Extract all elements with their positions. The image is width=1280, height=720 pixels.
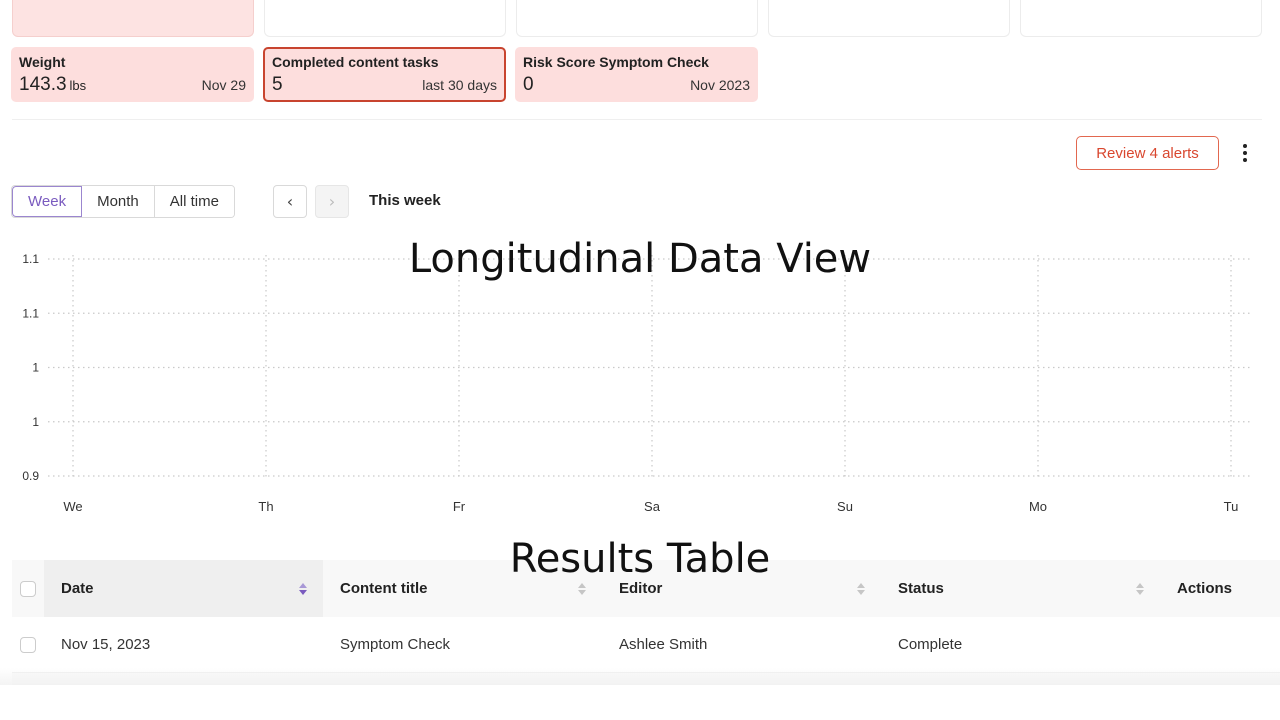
previous-period-button[interactable]: ‹ [273, 185, 307, 218]
x-tick-label: We [63, 499, 82, 514]
longitudinal-chart: 1.1 1.1 1 1 0.9 We Th Fr Sa Su Mo Tu [22, 252, 1250, 514]
stat-card-title: Completed content tasks [272, 54, 439, 70]
x-tick-label: Mo [1029, 499, 1047, 514]
stat-card-value: 143.3 lbs [19, 74, 87, 95]
range-option-week[interactable]: Week [12, 186, 83, 217]
column-header-label: Status [898, 580, 944, 597]
y-tick-label: 1 [32, 415, 39, 429]
more-options-icon[interactable] [1232, 140, 1258, 166]
column-header-content-title[interactable]: Content title [323, 560, 602, 617]
page-bottom-edge [0, 685, 1280, 720]
cropped-stat-card [768, 0, 1010, 37]
column-header-date[interactable]: Date [44, 560, 323, 617]
column-header-editor[interactable]: Editor [602, 560, 881, 617]
stat-card-risk-score[interactable]: Risk Score Symptom Check 0 Nov 2023 [515, 47, 758, 102]
row-select-cell [12, 617, 44, 672]
cropped-stat-card [516, 0, 758, 37]
x-tick-label: Su [837, 499, 853, 514]
stat-card-value: 0 [523, 74, 534, 95]
column-header-actions: Actions [1160, 560, 1280, 617]
x-tick-label: Th [258, 499, 273, 514]
y-tick-label: 1 [32, 361, 39, 375]
column-header-status[interactable]: Status [881, 560, 1160, 617]
cropped-stat-card [1020, 0, 1262, 37]
cropped-stat-card [12, 0, 254, 37]
range-option-month[interactable]: Month [82, 186, 155, 217]
stat-card-completed-content-tasks[interactable]: Completed content tasks 5 last 30 days [263, 47, 506, 102]
x-tick-label: Fr [453, 499, 466, 514]
cell-date: Nov 15, 2023 [61, 636, 151, 653]
column-header-label: Date [61, 580, 94, 597]
cell-content-title: Symptom Check [340, 636, 451, 653]
cell-editor: Ashlee Smith [619, 636, 708, 653]
y-tick-label: 1.1 [22, 306, 39, 320]
stat-card-weight[interactable]: Weight 143.3 lbs Nov 29 [11, 47, 254, 102]
stat-card-meta: last 30 days [422, 77, 497, 93]
chevron-left-icon: ‹ [286, 192, 294, 211]
column-header-label: Actions [1177, 580, 1233, 597]
select-all-cell [12, 560, 44, 617]
sort-icon[interactable] [578, 582, 586, 595]
stat-card-unit: lbs [69, 78, 87, 93]
section-divider [12, 119, 1262, 120]
x-tick-label: Tu [1224, 499, 1239, 514]
stat-card-value: 5 [272, 74, 283, 95]
cell-status: Complete [898, 636, 963, 653]
stat-card-title: Risk Score Symptom Check [523, 54, 709, 70]
y-tick-label: 0.9 [22, 469, 39, 483]
table-header-row: Date Content title Editor Status Actions [12, 560, 1280, 617]
cell-actions [1160, 617, 1280, 672]
row-checkbox[interactable] [20, 636, 36, 653]
review-alerts-button[interactable]: Review 4 alerts [1076, 136, 1219, 170]
table-row[interactable]: Nov 15, 2023 Symptom Check Ashlee Smith … [12, 617, 1280, 673]
stat-card-title: Weight [19, 54, 66, 70]
y-tick-label: 1.1 [22, 252, 39, 266]
column-header-label: Content title [340, 580, 428, 597]
results-table: Date Content title Editor Status Actions… [12, 560, 1280, 685]
column-header-label: Editor [619, 580, 663, 597]
stat-card-meta: Nov 2023 [690, 77, 750, 93]
sort-icon[interactable] [299, 582, 307, 595]
select-all-checkbox[interactable] [20, 580, 36, 597]
x-tick-label: Sa [644, 499, 661, 514]
next-period-button[interactable]: › [315, 185, 349, 218]
chevron-right-icon: › [328, 192, 336, 211]
time-range-selector: Week Month All time [11, 185, 235, 218]
scroll-fade [0, 668, 1280, 686]
cropped-stat-card [264, 0, 506, 37]
sort-icon[interactable] [857, 582, 865, 595]
range-option-all-time[interactable]: All time [154, 186, 234, 217]
top-cards-row-cropped [12, 0, 1262, 38]
stat-card-meta: Nov 29 [201, 77, 246, 93]
period-label: This week [369, 192, 441, 209]
sort-icon[interactable] [1136, 582, 1144, 595]
